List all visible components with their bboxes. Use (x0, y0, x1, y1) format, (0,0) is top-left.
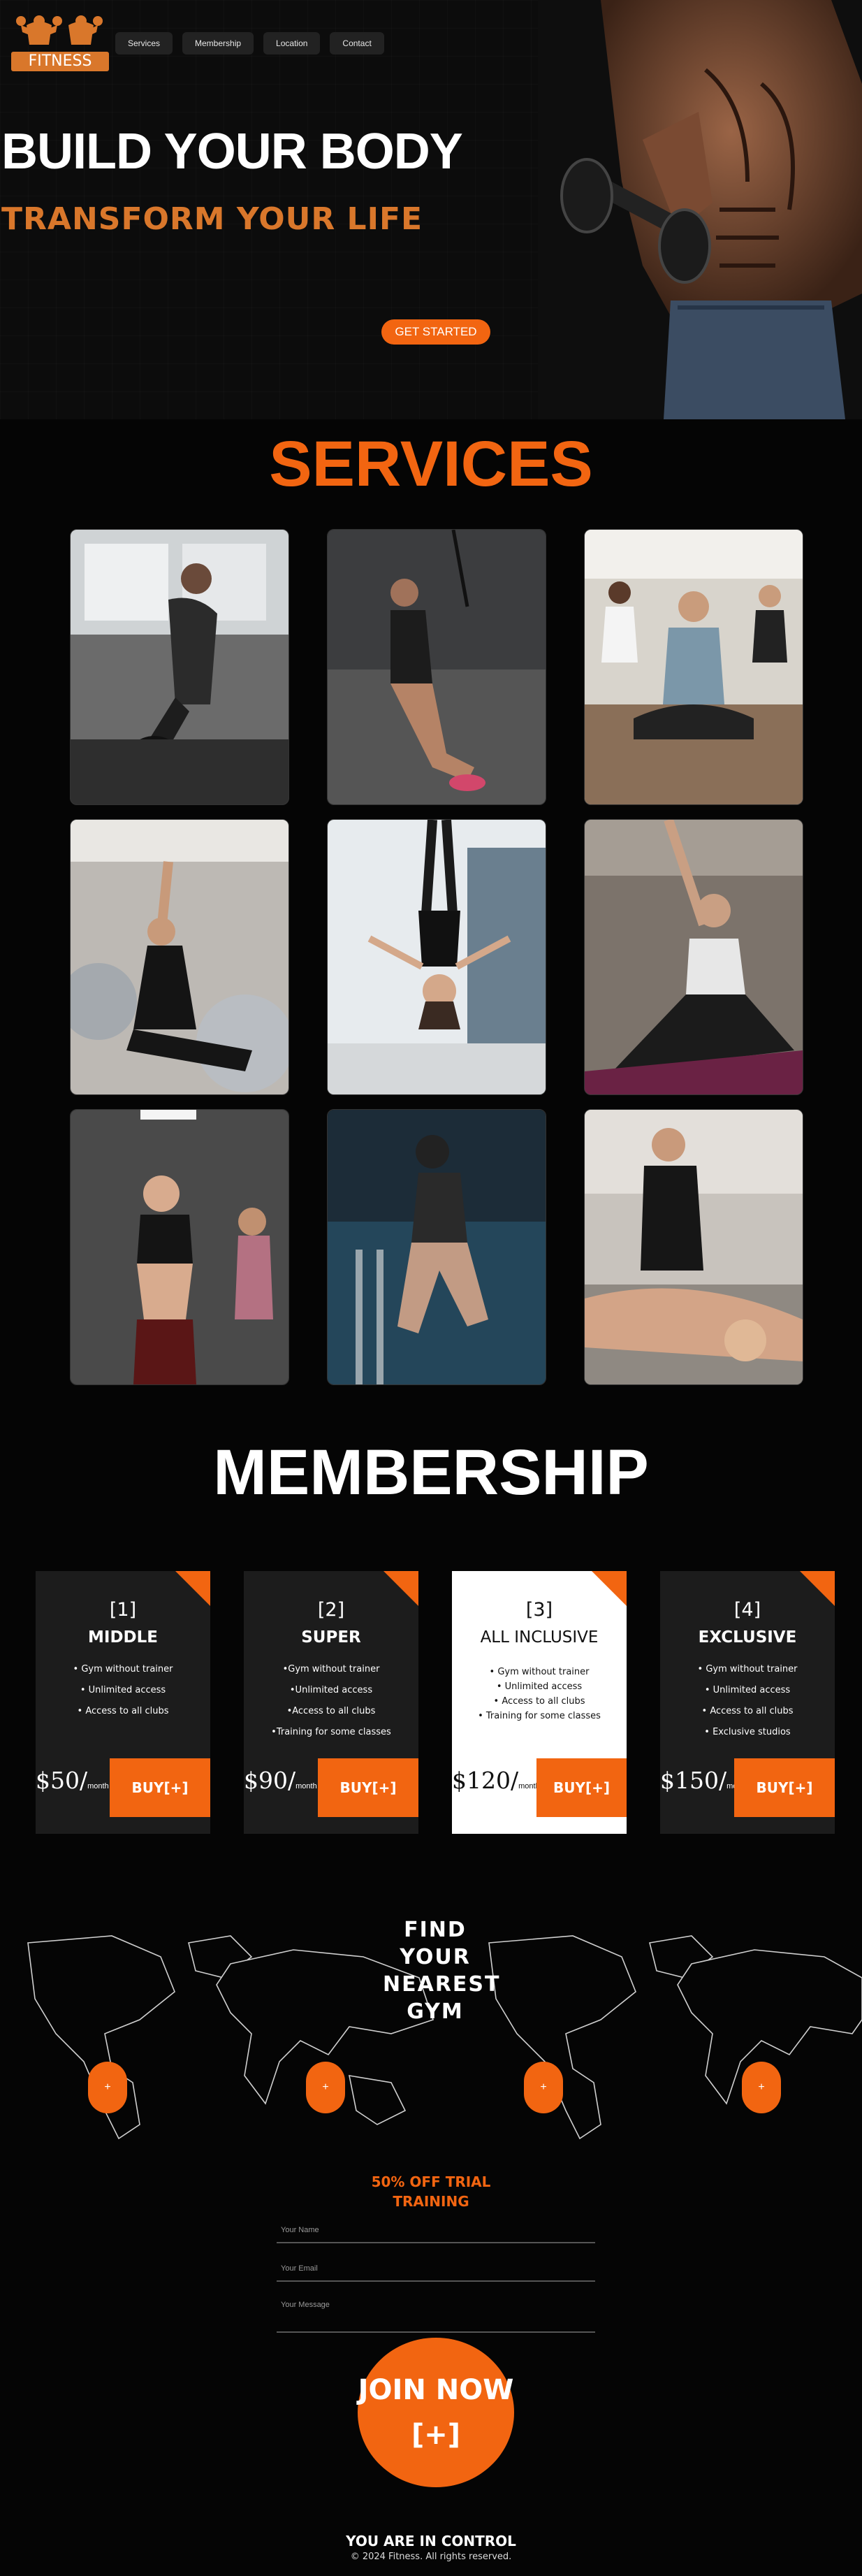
plan-name: ALL INCLUSIVE (480, 1628, 599, 1647)
location-pin-4[interactable]: + (742, 2062, 781, 2113)
services-title: SERVICES (269, 428, 593, 500)
plan-name: MIDDLE (88, 1628, 158, 1647)
plan-card-exclusive: [4] EXCLUSIVE • Gym without trainer • Un… (660, 1571, 835, 1834)
footer-tagline: YOU ARE IN CONTROL (346, 2533, 516, 2549)
service-card-swimming[interactable] (327, 1109, 546, 1385)
buy-button-exclusive[interactable]: BUY[+] (734, 1758, 835, 1817)
plan-price: $50/month (36, 1767, 109, 1794)
yoga-stretch-photo (585, 820, 803, 1094)
plan-features: • Gym without trainer • Unlimited access… (36, 1659, 210, 1722)
plan-price-unit: month (87, 1782, 109, 1790)
plan-name: SUPER (301, 1628, 361, 1647)
plan-price-unit: month (295, 1782, 317, 1790)
buy-button-all-inclusive[interactable]: BUY[+] (536, 1758, 627, 1817)
logo-text: FITNESS (11, 52, 109, 71)
message-field[interactable] (277, 2298, 595, 2333)
plan-features: •Gym without trainer •Unlimited access •… (244, 1659, 418, 1743)
nav-services[interactable]: Services (115, 32, 173, 55)
plan-feature: • Gym without trainer (489, 1667, 590, 1677)
plan-feature: •Gym without trainer (282, 1664, 380, 1674)
email-field[interactable] (277, 2261, 595, 2282)
athlete-photo (538, 0, 862, 419)
plan-number: [4] (733, 1599, 761, 1621)
plan-price: $90/month (244, 1767, 317, 1794)
plan-feature: • Training for some classes (478, 1711, 601, 1721)
service-card-massage[interactable] (584, 1109, 803, 1385)
service-card-meditation[interactable] (584, 529, 803, 805)
service-card-cycling[interactable] (70, 529, 289, 805)
plan-feature: • Access to all clubs (493, 1696, 585, 1707)
plan-card-middle: [1] MIDDLE • Gym without trainer • Unlim… (36, 1571, 210, 1834)
cycling-photo (71, 530, 288, 804)
service-card-aerial-yoga[interactable] (327, 819, 546, 1095)
plan-feature: • Exclusive studios (704, 1727, 791, 1737)
plan-features: • Gym without trainer • Unlimited access… (452, 1665, 627, 1723)
aerial-yoga-photo (328, 820, 546, 1094)
plan-feature: • Gym without trainer (73, 1664, 173, 1674)
plan-feature: •Training for some classes (271, 1727, 391, 1737)
group-meditation-photo (585, 530, 803, 804)
hero-title: BUILD YOUR BODY (1, 124, 463, 180)
hero-subtitle: TRANSFORM YOUR LIFE (1, 201, 423, 237)
location-pin-1[interactable]: + (88, 2062, 127, 2113)
location-pin-3[interactable]: + (524, 2062, 563, 2113)
plan-feature: • Unlimited access (496, 1681, 583, 1692)
plan-number: [1] (109, 1599, 137, 1621)
buy-button-middle[interactable]: BUY[+] (110, 1758, 210, 1817)
plan-card-super: [2] SUPER •Gym without trainer •Unlimite… (244, 1571, 418, 1834)
get-started-button[interactable]: GET STARTED (381, 319, 490, 345)
plan-price: $120/month (452, 1767, 540, 1794)
membership-title: MEMBERSHIP (213, 1437, 649, 1508)
dance-class-photo (71, 1110, 288, 1384)
service-card-ball-stretch[interactable] (70, 819, 289, 1095)
buy-button-super[interactable]: BUY[+] (318, 1758, 418, 1817)
nav-location[interactable]: Location (263, 32, 321, 55)
ball-stretching-photo (71, 820, 288, 1094)
plan-name: EXCLUSIVE (698, 1628, 797, 1647)
plan-number: [3] (525, 1599, 553, 1621)
plan-features: • Gym without trainer • Unlimited access… (660, 1659, 835, 1743)
footer-copyright: © 2024 Fitness. All rights reserved. (350, 2552, 512, 2562)
join-now-plus: [+] (411, 2419, 461, 2451)
logo[interactable]: FITNESS (11, 11, 109, 75)
plan-feature: •Unlimited access (289, 1685, 373, 1695)
plan-feature: • Access to all clubs (77, 1706, 169, 1716)
plan-feature: •Access to all clubs (286, 1706, 376, 1716)
main-nav: Services Membership Location Contact (115, 32, 384, 55)
plan-feature: • Gym without trainer (697, 1664, 798, 1674)
service-card-dance[interactable] (70, 1109, 289, 1385)
hero-section: FITNESS Services Membership Location Con… (0, 0, 862, 419)
plan-feature: • Unlimited access (704, 1685, 791, 1695)
service-card-yoga[interactable] (584, 819, 803, 1095)
plan-feature: • Unlimited access (80, 1685, 166, 1695)
find-gym-title: FIND YOUR NEAREST GYM (383, 1918, 501, 2024)
plan-number: [2] (317, 1599, 345, 1621)
join-now-label: JOIN NOW (358, 2374, 514, 2406)
trial-offer-title: 50% OFF TRIAL TRAINING (371, 2173, 491, 2210)
plan-card-all-inclusive: [3] ALL INCLUSIVE • Gym without trainer … (452, 1571, 627, 1834)
massage-photo (585, 1110, 803, 1384)
plan-feature: • Access to all clubs (701, 1706, 794, 1716)
join-now-button[interactable]: JOIN NOW [+] (358, 2338, 514, 2487)
nav-contact[interactable]: Contact (330, 32, 384, 55)
swimming-photo (328, 1110, 546, 1384)
nav-membership[interactable]: Membership (182, 32, 254, 55)
location-pin-2[interactable]: + (306, 2062, 345, 2113)
bodybuilder-logo-icon (16, 15, 103, 45)
service-card-suspension[interactable] (327, 529, 546, 805)
name-field[interactable] (277, 2222, 595, 2243)
suspension-training-photo (328, 530, 546, 804)
